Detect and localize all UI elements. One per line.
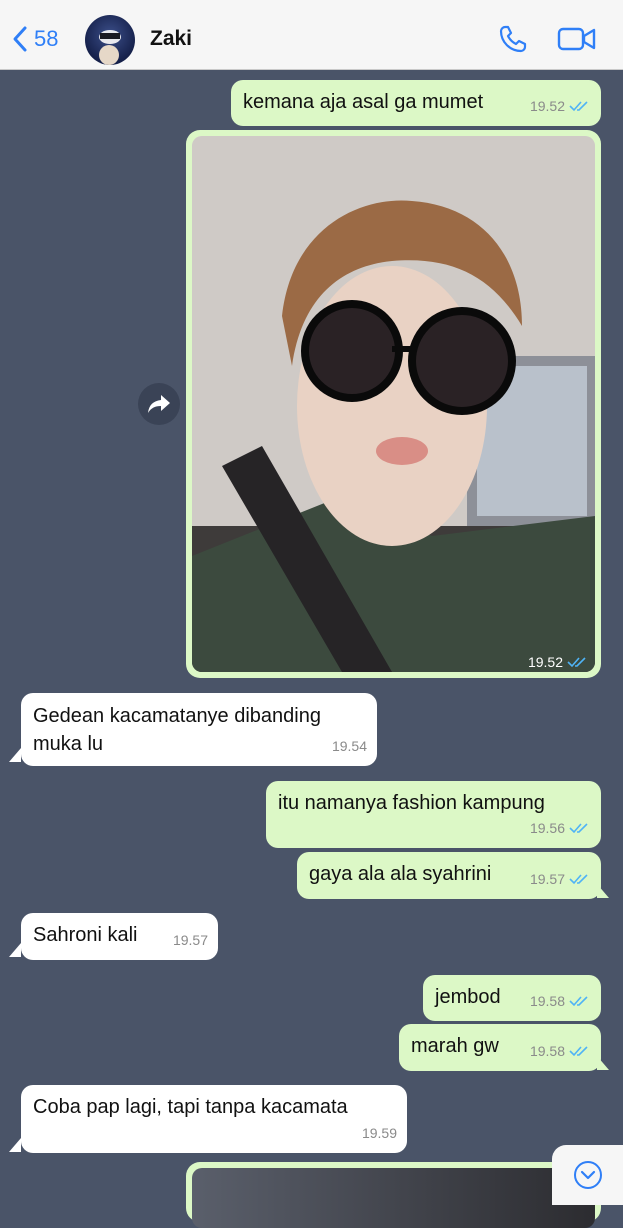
back-button[interactable]: 58: [12, 25, 58, 53]
message-text-line-2: muka lu: [33, 733, 104, 755]
message-bubble-outgoing[interactable]: kemana aja asal ga mumet 19.52: [231, 80, 601, 126]
double-check-icon: [569, 101, 588, 112]
photo-message-bubble[interactable]: 19.52: [186, 130, 601, 678]
message-text: kemana aja asal ga mumet: [243, 91, 484, 113]
message-bubble-outgoing[interactable]: gaya ala ala syahrini 19.57: [297, 852, 601, 899]
message-time: 19.57: [172, 932, 208, 948]
double-check-icon: [569, 1046, 588, 1057]
phone-icon: [499, 25, 527, 53]
unread-count: 58: [34, 26, 59, 51]
call-button[interactable]: [498, 24, 528, 59]
forward-share-icon: [148, 395, 170, 413]
photo-illustration: [192, 136, 595, 672]
message-bubble-incoming[interactable]: Coba pap lagi, tapi tanpa kacamata 19.59: [21, 1085, 407, 1153]
message-bubble-outgoing[interactable]: jembod 19.58: [423, 975, 601, 1021]
chevron-left-icon: [13, 26, 27, 52]
forward-button[interactable]: [138, 383, 180, 425]
message-bubble-incoming[interactable]: Gedean kacamatanye dibanding muka lu 19.…: [21, 693, 377, 766]
message-bubble-outgoing[interactable]: marah gw 19.58: [399, 1024, 601, 1071]
photo-thumbnail[interactable]: [192, 1168, 595, 1228]
message-text: gaya ala ala syahrini: [309, 863, 492, 885]
message-time: 19.58: [529, 1043, 565, 1059]
video-camera-icon: [557, 27, 596, 51]
chevron-down-circle-icon: [573, 1161, 602, 1189]
message-time: 19.58: [529, 993, 565, 1009]
message-text-line-1: Gedean kacamatanye dibanding: [33, 705, 321, 727]
photo-message-bubble[interactable]: [186, 1162, 601, 1228]
double-check-icon: [567, 657, 586, 668]
message-time: 19.52: [527, 654, 563, 670]
message-bubble-incoming[interactable]: Sahroni kali 19.57: [21, 913, 218, 960]
message-time: 19.56: [529, 820, 565, 836]
chat-header: 58 Zaki: [0, 0, 623, 70]
message-text: itu namanya fashion kampung: [278, 792, 545, 814]
message-text: marah gw: [411, 1035, 499, 1057]
double-check-icon: [569, 996, 588, 1007]
message-text: Coba pap lagi, tapi tanpa kacamata: [33, 1096, 348, 1118]
message-time: 19.57: [529, 871, 565, 887]
double-check-icon: [569, 874, 588, 885]
avatar-image: [99, 30, 121, 65]
scroll-to-bottom-button[interactable]: [552, 1145, 623, 1205]
video-call-button[interactable]: [557, 26, 597, 57]
selfie-photo[interactable]: [192, 136, 595, 672]
message-time: 19.52: [529, 98, 565, 114]
double-check-icon: [569, 823, 588, 834]
message-time: 19.54: [331, 738, 367, 754]
message-bubble-outgoing[interactable]: itu namanya fashion kampung 19.56: [266, 781, 601, 848]
message-time: 19.59: [361, 1125, 397, 1141]
contact-name[interactable]: Zaki: [150, 27, 192, 51]
message-text: jembod: [435, 986, 501, 1008]
avatar[interactable]: [85, 15, 135, 65]
message-text: Sahroni kali: [33, 924, 138, 946]
